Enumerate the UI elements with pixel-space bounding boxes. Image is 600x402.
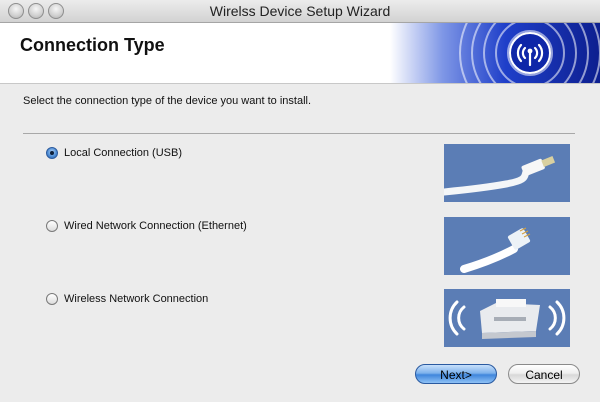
option-label: Local Connection (USB) bbox=[64, 147, 183, 159]
option-label: Wired Network Connection (Ethernet) bbox=[64, 220, 247, 232]
ethernet-cable-image bbox=[444, 217, 570, 275]
wireless-logo-icon bbox=[390, 23, 600, 83]
cancel-button[interactable]: Cancel bbox=[508, 364, 580, 384]
option-label: Wireless Network Connection bbox=[64, 293, 209, 305]
wireless-printer-image bbox=[444, 289, 570, 347]
radio-wired-ethernet[interactable] bbox=[46, 220, 58, 232]
page-title: Connection Type bbox=[20, 35, 165, 55]
wizard-header: Connection Type bbox=[0, 23, 600, 84]
divider bbox=[23, 133, 575, 134]
radio-wireless[interactable] bbox=[46, 293, 58, 305]
window-title: Wirelss Device Setup Wizard bbox=[209, 3, 391, 19]
radio-local-usb[interactable] bbox=[46, 147, 58, 159]
option-local-usb[interactable]: Local Connection (USB) bbox=[46, 145, 182, 161]
next-button[interactable]: Next> bbox=[415, 364, 497, 384]
usb-cable-image bbox=[444, 144, 570, 202]
title-bar: Wirelss Device Setup Wizard bbox=[0, 0, 600, 23]
option-wireless[interactable]: Wireless Network Connection bbox=[46, 291, 208, 307]
wizard-window: Wirelss Device Setup Wizard Connection T… bbox=[0, 0, 600, 402]
option-wired-ethernet[interactable]: Wired Network Connection (Ethernet) bbox=[46, 218, 247, 234]
instruction-text: Select the connection type of the device… bbox=[23, 95, 312, 107]
